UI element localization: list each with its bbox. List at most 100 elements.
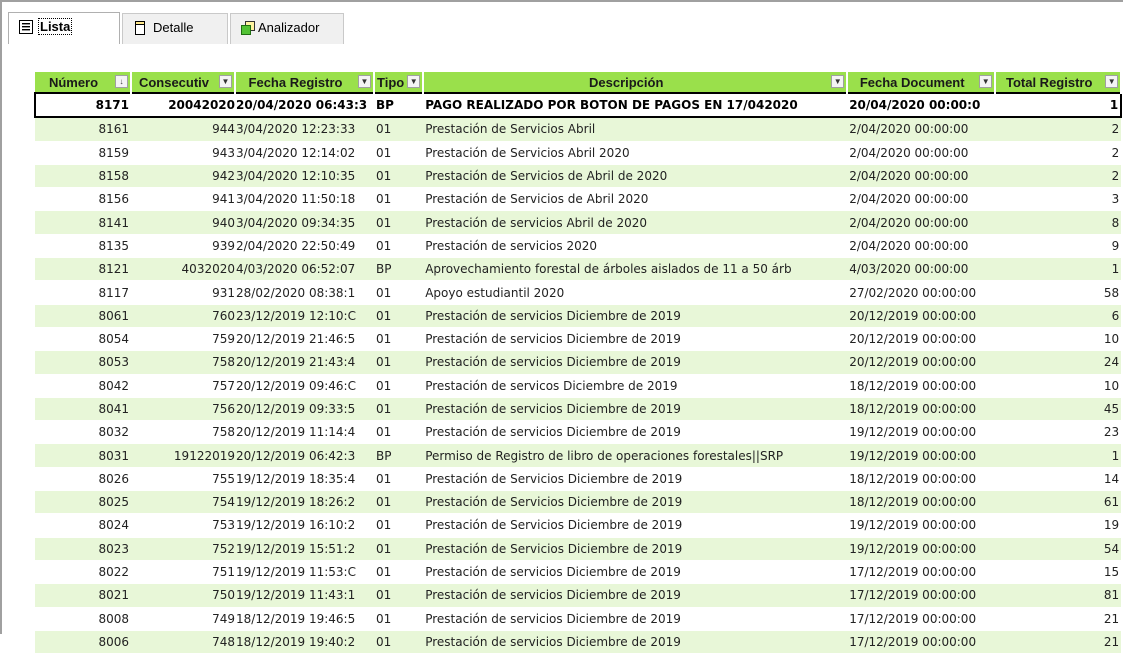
cell-numero[interactable]: 8171	[34, 91, 131, 119]
cell-tipo[interactable]: BP	[374, 443, 424, 468]
cell-fecha-documento[interactable]: 17/12/2019 00:00:00	[847, 560, 996, 585]
cell-tipo[interactable]: 01	[374, 280, 424, 305]
cell-fecha-registro[interactable]: 19/12/2019 15:51:2	[235, 537, 374, 561]
cell-numero[interactable]: 8021	[35, 583, 131, 608]
chevron-down-icon[interactable]: ▼	[219, 75, 232, 88]
cell-fecha-registro[interactable]: 18/12/2019 19:46:5	[235, 607, 374, 631]
cell-descripcion[interactable]: Prestación de servicios Diciembre de 201…	[423, 420, 848, 445]
cell-descripcion[interactable]: Prestación de servicios Diciembre de 201…	[423, 350, 848, 375]
cell-consecutivo[interactable]: 758	[131, 350, 235, 375]
cell-consecutivo[interactable]: 752	[131, 537, 235, 561]
cell-descripcion[interactable]: PAGO REALIZADO POR BOTON DE PAGOS EN 17/…	[423, 91, 848, 119]
cell-consecutivo[interactable]: 944	[131, 117, 235, 142]
cell-fecha-registro[interactable]: 23/12/2019 12:10:C	[235, 304, 374, 328]
cell-numero[interactable]: 8158	[35, 164, 131, 189]
cell-numero[interactable]: 8024	[35, 513, 131, 538]
cell-numero[interactable]: 8156	[35, 187, 131, 212]
cell-tipo[interactable]: 01	[374, 164, 424, 189]
table-row[interactable]: 8025 754 19/12/2019 18:26:2 01 Prestación de…	[35, 490, 1122, 515]
table-row[interactable]: 8021 750 19/12/2019 11:43:1 01 Prestación de…	[35, 583, 1122, 608]
chevron-down-icon[interactable]: ▼	[1105, 75, 1119, 88]
cell-fecha-registro[interactable]: 3/04/2020 12:14:02	[235, 141, 374, 165]
cell-fecha-registro[interactable]: 20/12/2019 11:14:4	[235, 420, 374, 445]
cell-tipo[interactable]: 01	[374, 187, 424, 212]
cell-total-registro[interactable]: 81	[995, 583, 1122, 608]
cell-fecha-documento[interactable]: 27/02/2020 00:00:00	[847, 280, 996, 305]
cell-fecha-documento[interactable]: 20/12/2019 00:00:00	[847, 350, 996, 375]
table-row[interactable]: 8061 760 23/12/2019 12:10:C 01 Prestación de…	[35, 304, 1122, 328]
cell-consecutivo[interactable]: 751	[131, 560, 235, 585]
table-row[interactable]: 8024 753 19/12/2019 16:10:2 01 Prestación de…	[35, 513, 1122, 538]
cell-fecha-registro[interactable]: 19/12/2019 18:35:4	[235, 467, 374, 492]
cell-fecha-documento[interactable]: 2/04/2020 00:00:00	[847, 117, 996, 142]
cell-fecha-registro[interactable]: 28/02/2020 08:38:1	[235, 280, 374, 305]
cell-descripcion[interactable]: Prestación de Servicios de Abril 2020	[423, 187, 848, 212]
cell-tipo[interactable]: 01	[374, 210, 424, 235]
cell-total-registro[interactable]: 10	[995, 374, 1122, 398]
column-header-descripcion[interactable]: Descripción ▼	[423, 72, 849, 93]
cell-descripcion[interactable]: Prestación de Servicios Abril	[423, 117, 848, 142]
cell-consecutivo[interactable]: 939	[131, 234, 235, 259]
tab-detalle[interactable]: Detalle	[122, 13, 228, 44]
column-header-fecha-registro[interactable]: Fecha Registro ▼	[235, 72, 375, 93]
table-row[interactable]: 8008 749 18/12/2019 19:46:5 01 Prestación de…	[35, 607, 1122, 631]
chevron-down-icon[interactable]: ▼	[407, 75, 421, 88]
cell-tipo[interactable]: 01	[374, 607, 424, 631]
table-row[interactable]: 8041 756 20/12/2019 09:33:5 01 Prestación de…	[35, 397, 1122, 422]
cell-tipo[interactable]: 01	[374, 513, 424, 538]
chevron-down-icon[interactable]: ▼	[831, 75, 845, 88]
cell-tipo[interactable]: 01	[374, 420, 424, 445]
table-row[interactable]: 8031 19122019 20/12/2019 06:42:3 BP Permiso …	[35, 443, 1122, 468]
cell-descripcion[interactable]: Aprovechamiento forestal de árboles aisl…	[423, 257, 848, 282]
cell-tipo[interactable]: 01	[374, 374, 424, 398]
cell-fecha-registro[interactable]: 20/12/2019 21:43:4	[235, 350, 374, 375]
cell-numero[interactable]: 8161	[35, 117, 131, 142]
cell-tipo[interactable]: 01	[374, 117, 424, 142]
table-row[interactable]: 8159 943 3/04/2020 12:14:02 01 Prestación de…	[35, 141, 1122, 165]
cell-tipo[interactable]: 01	[374, 490, 424, 515]
cell-numero[interactable]: 8031	[35, 443, 131, 468]
cell-fecha-documento[interactable]: 19/12/2019 00:00:00	[847, 537, 996, 561]
cell-consecutivo[interactable]: 19122019	[131, 443, 235, 468]
cell-fecha-documento[interactable]: 19/12/2019 00:00:00	[847, 513, 996, 538]
cell-total-registro[interactable]: 61	[995, 490, 1122, 515]
cell-tipo[interactable]: BP	[374, 91, 424, 119]
chevron-down-icon[interactable]: ▼	[979, 75, 993, 88]
cell-consecutivo[interactable]: 940	[131, 210, 235, 235]
cell-fecha-registro[interactable]: 4/03/2020 06:52:07	[235, 257, 374, 282]
table-row[interactable]: 8042 757 20/12/2019 09:46:C 01 Prestación de…	[35, 374, 1122, 398]
table-row[interactable]: 8156 941 3/04/2020 11:50:18 01 Prestación de…	[35, 187, 1122, 212]
cell-total-registro[interactable]: 14	[995, 467, 1122, 492]
cell-fecha-registro[interactable]: 19/12/2019 11:53:C	[235, 560, 374, 585]
table-row[interactable]: 8022 751 19/12/2019 11:53:C 01 Prestación de…	[35, 560, 1122, 585]
cell-consecutivo[interactable]: 755	[131, 467, 235, 492]
table-row[interactable]: 8161 944 3/04/2020 12:23:33 01 Prestación de…	[35, 117, 1122, 142]
cell-consecutivo[interactable]: 942	[131, 164, 235, 189]
cell-fecha-registro[interactable]: 20/12/2019 09:46:C	[235, 374, 374, 398]
cell-tipo[interactable]: 01	[374, 327, 424, 352]
cell-fecha-documento[interactable]: 2/04/2020 00:00:00	[847, 210, 996, 235]
table-row[interactable]: 8026 755 19/12/2019 18:35:4 01 Prestación de…	[35, 467, 1122, 492]
column-header-numero[interactable]: Número ↓	[35, 72, 132, 93]
cell-descripcion[interactable]: Prestación de servicios 2020	[423, 234, 848, 259]
cell-descripcion[interactable]: Prestación de servicios Diciembre de 201…	[423, 560, 848, 585]
cell-descripcion[interactable]: Prestación de servicios Diciembre de 201…	[423, 327, 848, 352]
cell-consecutivo[interactable]: 757	[131, 374, 235, 398]
cell-descripcion[interactable]: Prestación de Servicios de Abril de 2020	[423, 164, 848, 189]
cell-fecha-documento[interactable]: 4/03/2020 00:00:00	[847, 257, 996, 282]
sort-ascending-icon[interactable]: ↓	[115, 75, 128, 88]
cell-descripcion[interactable]: Prestación de Servicios Diciembre de 201…	[423, 537, 848, 561]
cell-fecha-registro[interactable]: 19/12/2019 18:26:2	[235, 490, 374, 515]
table-row[interactable]: 8135 939 2/04/2020 22:50:49 01 Prestación de…	[35, 234, 1122, 259]
cell-consecutivo[interactable]: 753	[131, 513, 235, 538]
cell-total-registro[interactable]: 1	[995, 91, 1123, 119]
cell-tipo[interactable]: 01	[374, 583, 424, 608]
cell-consecutivo[interactable]: 941	[131, 187, 235, 212]
cell-numero[interactable]: 8025	[35, 490, 131, 515]
tab-lista[interactable]: Lista	[8, 12, 120, 44]
cell-descripcion[interactable]: Prestación de servicios Diciembre de 201…	[423, 304, 848, 328]
cell-consecutivo[interactable]: 750	[131, 583, 235, 608]
cell-descripcion[interactable]: Prestación de Servicios Diciembre de 201…	[423, 490, 848, 515]
cell-tipo[interactable]: 01	[374, 304, 424, 328]
cell-tipo[interactable]: 01	[374, 537, 424, 561]
